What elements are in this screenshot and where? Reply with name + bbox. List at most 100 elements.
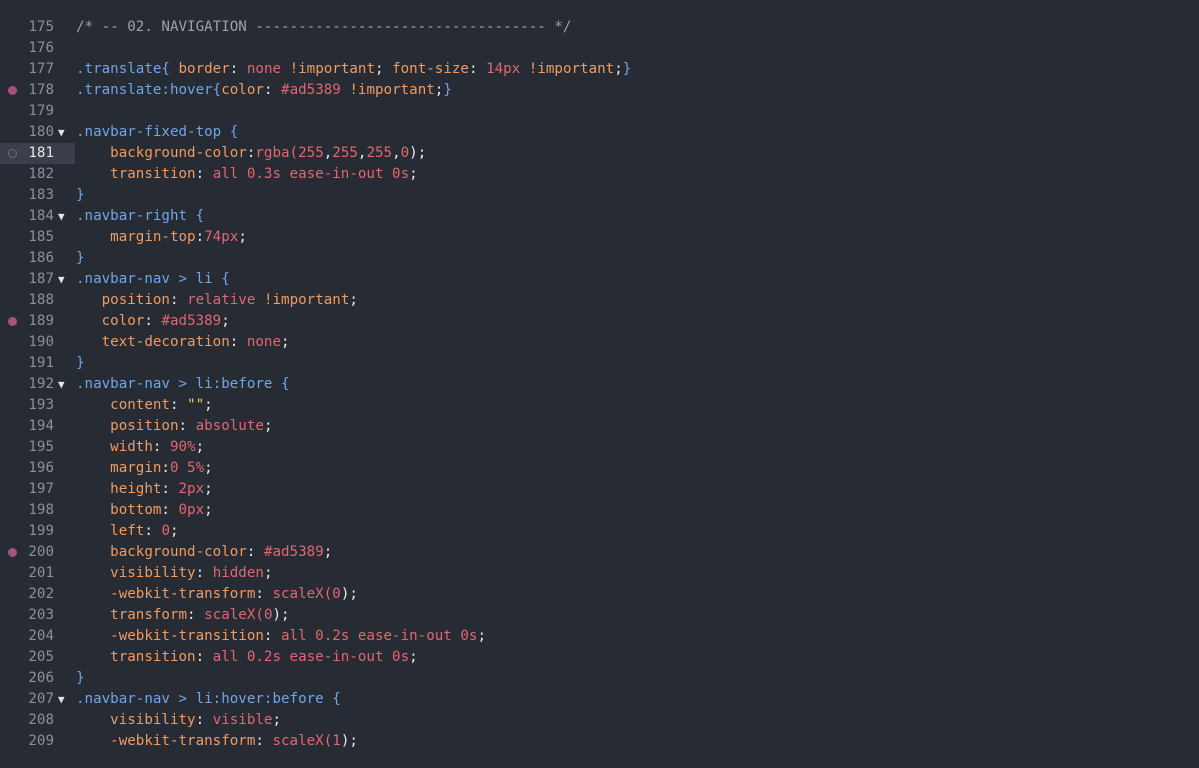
code-line[interactable]: 179 [0,101,1199,122]
fold-triangle-icon[interactable]: ▼ [58,374,65,395]
code-token: ); [409,145,427,161]
code-text: -webkit-transition: all 0.2s ease-in-out… [76,626,486,647]
code-line[interactable]: 200 background-color: #ad5389; [0,542,1199,563]
code-line[interactable]: 190 text-decoration: none; [0,332,1199,353]
code-token: border [178,61,230,77]
code-line[interactable]: 194 position: absolute; [0,416,1199,437]
code-token: position [76,418,179,434]
code-line[interactable]: 184 ▼ .navbar-right { [0,206,1199,227]
line-number: 182 [28,166,54,182]
code-token: .navbar-right [76,208,188,224]
code-line[interactable]: 208 visibility: visible; [0,710,1199,731]
line-number: 202 [28,586,54,602]
code-token: 0 [161,523,170,539]
code-token: #ad5389 [161,313,222,329]
code-line[interactable]: 191} [0,353,1199,374]
code-text: color: #ad5389; [76,311,230,332]
code-text: visibility: visible; [76,710,281,731]
code-text: } [76,185,85,206]
code-line[interactable]: 206} [0,668,1199,689]
code-line[interactable]: 192 ▼ .navbar-nav > li:before { [0,374,1199,395]
code-line[interactable]: 209 -webkit-transform: scaleX(1); [0,731,1199,752]
code-text: position: absolute; [76,416,272,437]
code-text: -webkit-transform: scaleX(0); [76,584,358,605]
code-token: 14px [486,61,521,77]
code-token: 255 [298,145,324,161]
code-token: : [195,712,213,728]
fold-triangle-icon[interactable]: ▼ [58,269,65,290]
code-text: .navbar-nav > li:hover:before { [76,689,341,710]
fold-triangle-icon[interactable]: ▼ [58,122,65,143]
line-number: 194 [28,418,54,434]
code-line[interactable]: 203 transform: scaleX(0); [0,605,1199,626]
code-token: none [246,61,282,77]
code-line[interactable]: 195 width: 90%; [0,437,1199,458]
line-number: 196 [28,460,54,476]
color-swatch-dot-icon [8,86,17,95]
code-line[interactable]: 197 height: 2px; [0,479,1199,500]
code-token: ; [375,61,393,77]
code-line[interactable]: 187 ▼ .navbar-nav > li { [0,269,1199,290]
code-line[interactable]: 178 .translate:hover{color: #ad5389 !impo… [0,80,1199,101]
code-text: height: 2px; [76,479,213,500]
code-line[interactable]: 182 transition: all 0.3s ease-in-out 0s; [0,164,1199,185]
code-line[interactable]: 199 left: 0; [0,521,1199,542]
fold-triangle-icon[interactable]: ▼ [58,689,65,710]
code-token: background-color [76,544,247,560]
code-editor[interactable]: 175 /* -- 02. NAVIGATION ----------------… [0,0,1199,768]
code-line[interactable]: 176 [0,38,1199,59]
code-line[interactable]: 188 position: relative !important; [0,290,1199,311]
code-line[interactable]: 177 .translate{ border: none !important; … [0,59,1199,80]
line-number: 175 [28,19,54,35]
code-text: bottom: 0px; [76,500,213,521]
line-number: 193 [28,397,54,413]
code-token: ); [272,607,290,623]
code-token: ; [409,166,418,182]
code-token: : [195,229,205,245]
code-line[interactable]: 180 ▼ .navbar-fixed-top { [0,122,1199,143]
code-line[interactable]: 181 background-color:rgba(255,255,255,0)… [0,143,1199,164]
code-text: .navbar-nav > li { [76,269,230,290]
code-token: ; [204,460,213,476]
line-number: 206 [28,670,54,686]
code-token: 0px [178,502,205,518]
code-token: 255 [332,145,358,161]
code-line[interactable]: 185 margin-top:74px; [0,227,1199,248]
code-line[interactable]: 198 bottom: 0px; [0,500,1199,521]
code-line[interactable]: 189 color: #ad5389; [0,311,1199,332]
line-number: 208 [28,712,54,728]
code-token: } [622,61,632,77]
code-token: ; [281,334,290,350]
line-number: 199 [28,523,54,539]
code-line[interactable]: 196 margin:0 5%; [0,458,1199,479]
code-line[interactable]: 186} [0,248,1199,269]
code-line[interactable]: 183} [0,185,1199,206]
code-text: position: relative !important; [76,290,358,311]
code-text: /* -- 02. NAVIGATION -------------------… [76,17,571,38]
code-line[interactable]: 207 ▼ .navbar-nav > li:hover:before { [0,689,1199,710]
code-token: all 0.2s ease-in-out 0s [281,628,478,644]
code-token: all 0.3s ease-in-out 0s [212,166,410,182]
code-token: height [76,481,162,497]
code-line[interactable]: 202 -webkit-transform: scaleX(0); [0,584,1199,605]
fold-triangle-icon[interactable]: ▼ [58,206,65,227]
line-number: 179 [28,103,54,119]
code-token: { [221,124,239,140]
code-text: width: 90%; [76,437,204,458]
code-token: ; [221,313,230,329]
code-token: ; [195,439,205,455]
code-token: 0 [332,586,341,602]
code-line[interactable]: 205 transition: all 0.2s ease-in-out 0s; [0,647,1199,668]
code-line[interactable]: 193 content: ""; [0,395,1199,416]
line-number: 201 [28,565,54,581]
code-line[interactable]: 175 /* -- 02. NAVIGATION ----------------… [0,17,1199,38]
code-token: width [76,439,153,455]
code-line[interactable]: 201 visibility: hidden; [0,563,1199,584]
line-number: 177 [28,61,54,77]
color-swatch-dot-icon [8,317,17,326]
code-token: ; [349,292,358,308]
code-token: rgba( [255,145,299,161]
line-number: 205 [28,649,54,665]
code-line[interactable]: 204 -webkit-transition: all 0.2s ease-in… [0,626,1199,647]
